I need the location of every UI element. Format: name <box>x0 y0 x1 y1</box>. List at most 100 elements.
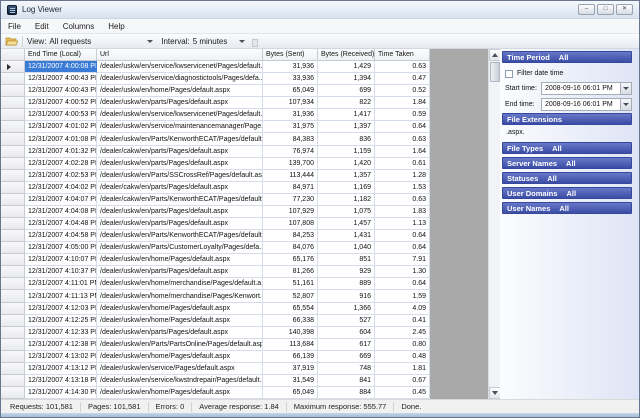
interval-combobox[interactable]: 5 minutes <box>193 37 228 46</box>
row-header[interactable] <box>1 97 25 109</box>
cell-bytes-sent[interactable]: 66,338 <box>263 315 318 327</box>
cell-bytes-sent[interactable]: 52,807 <box>263 290 318 302</box>
cell-bytes-received[interactable]: 1,159 <box>318 146 375 158</box>
cell-time-taken[interactable]: 0.64 <box>375 121 430 133</box>
cell-bytes-sent[interactable]: 65,049 <box>263 387 318 399</box>
cell-url[interactable]: /dealer/uskw/en/Parts/KenworthECAT/Pages… <box>97 230 263 242</box>
cell-bytes-received[interactable]: 822 <box>318 97 375 109</box>
cell-time-taken[interactable]: 1.64 <box>375 146 430 158</box>
cell-end-time[interactable]: 12/31/2007 4:00:43 PM <box>25 85 97 97</box>
row-header[interactable] <box>1 278 25 290</box>
grid-corner-header[interactable] <box>1 49 25 61</box>
cell-bytes-received[interactable]: 1,431 <box>318 230 375 242</box>
cell-url[interactable]: /dealer/uskw/en/home/merchandise/Pages/K… <box>97 290 263 302</box>
cell-bytes-sent[interactable]: 33,936 <box>263 73 318 85</box>
cell-end-time[interactable]: 12/31/2007 4:04:02 PM <box>25 182 97 194</box>
cell-url[interactable]: /dealer/uskw/en/home/merchandise/Pages/d… <box>97 278 263 290</box>
cell-end-time[interactable]: 12/31/2007 4:01:02 PM <box>25 121 97 133</box>
end-time-picker[interactable]: 2008-09-16 06:01 PM <box>541 98 632 111</box>
cell-bytes-received[interactable]: 1,420 <box>318 158 375 170</box>
cell-bytes-received[interactable]: 1,397 <box>318 121 375 133</box>
menu-edit[interactable]: Edit <box>28 19 56 33</box>
cell-bytes-received[interactable]: 1,040 <box>318 242 375 254</box>
cell-bytes-received[interactable]: 841 <box>318 375 375 387</box>
start-time-picker[interactable]: 2008-09-16 06:01 PM <box>541 82 632 95</box>
cell-url[interactable]: /dealer/uskw/en/parts/Pages/default.aspx <box>97 206 263 218</box>
cell-bytes-received[interactable]: 617 <box>318 339 375 351</box>
cell-bytes-received[interactable]: 527 <box>318 315 375 327</box>
filter-date-time-checkbox[interactable] <box>505 70 513 78</box>
cell-end-time[interactable]: 12/31/2007 4:12:03 PM <box>25 303 97 315</box>
cell-end-time[interactable]: 12/31/2007 4:12:38 PM <box>25 339 97 351</box>
cell-time-taken[interactable]: 1.30 <box>375 266 430 278</box>
cell-bytes-sent[interactable]: 107,929 <box>263 206 318 218</box>
cell-bytes-sent[interactable]: 84,383 <box>263 133 318 145</box>
row-header[interactable] <box>1 254 25 266</box>
row-header[interactable] <box>1 230 25 242</box>
cell-time-taken[interactable]: 1.53 <box>375 182 430 194</box>
cell-end-time[interactable]: 12/31/2007 4:02:53 PM <box>25 170 97 182</box>
cell-url[interactable]: /dealer/uskw/en/Parts/SSCrossRef/Pages/d… <box>97 170 263 182</box>
cell-url[interactable]: /dealer/uskw/en/service/diagnostictools/… <box>97 73 263 85</box>
cell-end-time[interactable]: 12/31/2007 4:00:53 PM <box>25 109 97 121</box>
section-header-file-types[interactable]: File TypesAll <box>502 142 632 154</box>
cell-bytes-sent[interactable]: 77,230 <box>263 194 318 206</box>
close-button[interactable]: ✕ <box>616 4 633 15</box>
cell-url[interactable]: /dealer/uskw/en/parts/Pages/default.aspx <box>97 97 263 109</box>
minimize-button[interactable]: – <box>578 4 595 15</box>
cell-bytes-received[interactable]: 1,182 <box>318 194 375 206</box>
cell-end-time[interactable]: 12/31/2007 4:10:37 PM <box>25 266 97 278</box>
cell-url[interactable]: /dealer/uskw/en/home/Pages/default.aspx <box>97 254 263 266</box>
cell-time-taken[interactable]: 0.64 <box>375 230 430 242</box>
cell-bytes-received[interactable]: 836 <box>318 133 375 145</box>
cell-end-time[interactable]: 12/31/2007 4:12:25 PM <box>25 315 97 327</box>
cell-bytes-sent[interactable]: 31,936 <box>263 61 318 73</box>
cell-time-taken[interactable]: 1.83 <box>375 206 430 218</box>
cell-bytes-received[interactable]: 748 <box>318 363 375 375</box>
cell-bytes-received[interactable]: 1,457 <box>318 218 375 230</box>
cell-time-taken[interactable]: 4.09 <box>375 303 430 315</box>
cell-time-taken[interactable]: 0.63 <box>375 194 430 206</box>
section-header-user-domains[interactable]: User DomainsAll <box>502 187 632 199</box>
cell-bytes-sent[interactable]: 65,554 <box>263 303 318 315</box>
cell-bytes-received[interactable]: 851 <box>318 254 375 266</box>
cell-time-taken[interactable]: 1.84 <box>375 97 430 109</box>
row-header[interactable] <box>1 85 25 97</box>
section-header-time-period[interactable]: Time Period All <box>502 51 632 63</box>
menu-columns[interactable]: Columns <box>56 19 102 33</box>
cell-end-time[interactable]: 12/31/2007 4:04:58 PM <box>25 230 97 242</box>
cell-url[interactable]: /dealer/uskw/en/Parts/KenworthECAT/Pages… <box>97 133 263 145</box>
cell-url[interactable]: /dealer/uskw/en/parts/Pages/default.aspx <box>97 218 263 230</box>
cell-bytes-received[interactable]: 1,366 <box>318 303 375 315</box>
cell-time-taken[interactable]: 1.81 <box>375 363 430 375</box>
row-header[interactable] <box>1 375 25 387</box>
cell-bytes-received[interactable]: 1,169 <box>318 182 375 194</box>
cell-bytes-sent[interactable]: 66,139 <box>263 351 318 363</box>
cell-url[interactable]: /dealer/cakw/en/parts/Pages/default.aspx <box>97 182 263 194</box>
row-header[interactable] <box>1 73 25 85</box>
cell-url[interactable]: /dealer/uskw/en/home/Pages/default.aspx <box>97 315 263 327</box>
row-header[interactable] <box>1 363 25 375</box>
cell-bytes-sent[interactable]: 107,934 <box>263 97 318 109</box>
cell-bytes-received[interactable]: 916 <box>318 290 375 302</box>
cell-bytes-sent[interactable]: 76,974 <box>263 146 318 158</box>
cell-bytes-sent[interactable]: 140,398 <box>263 327 318 339</box>
cell-bytes-received[interactable]: 1,357 <box>318 170 375 182</box>
cell-url[interactable]: /dealer/uskw/en/Parts/PartsOnline/Pages/… <box>97 339 263 351</box>
row-header[interactable] <box>1 303 25 315</box>
end-time-dropdown-button[interactable] <box>620 99 631 110</box>
cell-url[interactable]: /dealer/uskw/en/service/maintenancemanag… <box>97 121 263 133</box>
section-header-statuses[interactable]: StatusesAll <box>502 172 632 184</box>
cell-end-time[interactable]: 12/31/2007 4:11:01 PM <box>25 278 97 290</box>
cell-url[interactable]: /dealer/uskw/en/parts/Pages/default.aspx <box>97 327 263 339</box>
cell-time-taken[interactable]: 1.59 <box>375 290 430 302</box>
cell-url[interactable]: /dealer/uskw/en/parts/Pages/default.aspx <box>97 158 263 170</box>
row-header[interactable] <box>1 194 25 206</box>
file-extensions-value[interactable]: .aspx. <box>506 129 632 138</box>
cell-bytes-received[interactable]: 929 <box>318 266 375 278</box>
restore-button[interactable]: □ <box>597 4 614 15</box>
cell-end-time[interactable]: 12/31/2007 4:13:02 PM <box>25 351 97 363</box>
cell-bytes-sent[interactable]: 84,076 <box>263 242 318 254</box>
cell-bytes-sent[interactable]: 113,444 <box>263 170 318 182</box>
row-header[interactable] <box>1 315 25 327</box>
